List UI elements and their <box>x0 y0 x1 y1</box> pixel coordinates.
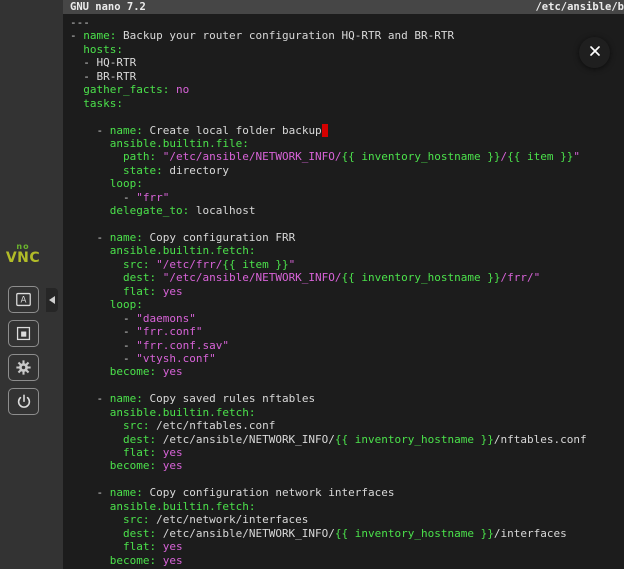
text-cursor <box>322 124 329 137</box>
editor-line: - "frr.conf.sav" <box>70 339 624 352</box>
editor-line: dest: /etc/ansible/NETWORK_INFO/{{ inven… <box>70 433 624 446</box>
vnc-control-bar: no VNC A <box>0 0 63 569</box>
editor-line: - "frr.conf" <box>70 325 624 338</box>
editor-line: dest: "/etc/ansible/NETWORK_INFO/{{ inve… <box>70 271 624 284</box>
editor-line: flat: yes <box>70 540 624 553</box>
terminal-window[interactable]: GNU nano 7.2 /etc/ansible/b ---- name: B… <box>63 0 624 569</box>
editor-line: dest: /etc/ansible/NETWORK_INFO/{{ inven… <box>70 527 624 540</box>
editor-line: - "daemons" <box>70 312 624 325</box>
editor-line: ansible.builtin.fetch: <box>70 500 624 513</box>
keyboard-button[interactable]: A <box>8 286 39 313</box>
file-path: /etc/ansible/b <box>535 0 624 14</box>
editor-line: loop: <box>70 177 624 190</box>
editor-line: flat: yes <box>70 285 624 298</box>
editor-line: become: yes <box>70 365 624 378</box>
editor-line: flat: yes <box>70 446 624 459</box>
editor-line: --- <box>70 16 624 29</box>
vnc-viewer: no VNC A <box>0 0 624 569</box>
editor-line: src: "/etc/frr/{{ item }}" <box>70 258 624 271</box>
editor-line: ansible.builtin.fetch: <box>70 244 624 257</box>
editor-line <box>70 218 624 231</box>
editor-line: - BR-RTR <box>70 70 624 83</box>
editor-line <box>70 473 624 486</box>
clipboard-button[interactable] <box>8 320 39 347</box>
editor-line: state: directory <box>70 164 624 177</box>
editor-line: - name: Backup your router configuration… <box>70 29 624 42</box>
editor-line: ansible.builtin.fetch: <box>70 406 624 419</box>
editor-line: - "frr" <box>70 191 624 204</box>
editor-line: src: /etc/nftables.conf <box>70 419 624 432</box>
nano-version: GNU nano 7.2 <box>70 0 146 14</box>
nano-titlebar: GNU nano 7.2 /etc/ansible/b <box>63 0 624 14</box>
gear-icon <box>14 358 33 377</box>
editor-line: ansible.builtin.file: <box>70 137 624 150</box>
editor-line: delegate_to: localhost <box>70 204 624 217</box>
power-button[interactable] <box>8 388 39 415</box>
editor-line: - name: Create local folder backup <box>70 124 624 137</box>
editor-line: - name: Copy saved rules nftables <box>70 392 624 405</box>
chevron-left-icon <box>49 296 55 304</box>
editor-line: become: yes <box>70 554 624 567</box>
editor-line <box>70 110 624 123</box>
close-button[interactable] <box>579 37 610 68</box>
close-icon <box>587 43 603 63</box>
editor-line: become: yes <box>70 459 624 472</box>
vnc-logo-text: VNC <box>0 251 46 266</box>
editor-line: path: "/etc/ansible/NETWORK_INFO/{{ inve… <box>70 150 624 163</box>
editor-line: src: /etc/network/interfaces <box>70 513 624 526</box>
keyboard-icon: A <box>14 290 33 309</box>
editor-line: loop: <box>70 298 624 311</box>
editor-line: - name: Copy configuration network inter… <box>70 486 624 499</box>
settings-button[interactable] <box>8 354 39 381</box>
editor-line: tasks: <box>70 97 624 110</box>
editor-lines: ---- name: Backup your router configurat… <box>63 14 624 567</box>
vnc-logo: no VNC <box>0 243 46 266</box>
editor-line: hosts: <box>70 43 624 56</box>
editor-line: gather_facts: no <box>70 83 624 96</box>
editor-line: - HQ-RTR <box>70 56 624 69</box>
clipboard-icon <box>14 324 33 343</box>
controlbar-collapse-handle[interactable] <box>46 288 58 312</box>
power-icon <box>15 393 33 411</box>
editor-line <box>70 379 624 392</box>
svg-text:A: A <box>21 296 27 306</box>
editor-line: - "vtysh.conf" <box>70 352 624 365</box>
editor-line: - name: Copy configuration FRR <box>70 231 624 244</box>
